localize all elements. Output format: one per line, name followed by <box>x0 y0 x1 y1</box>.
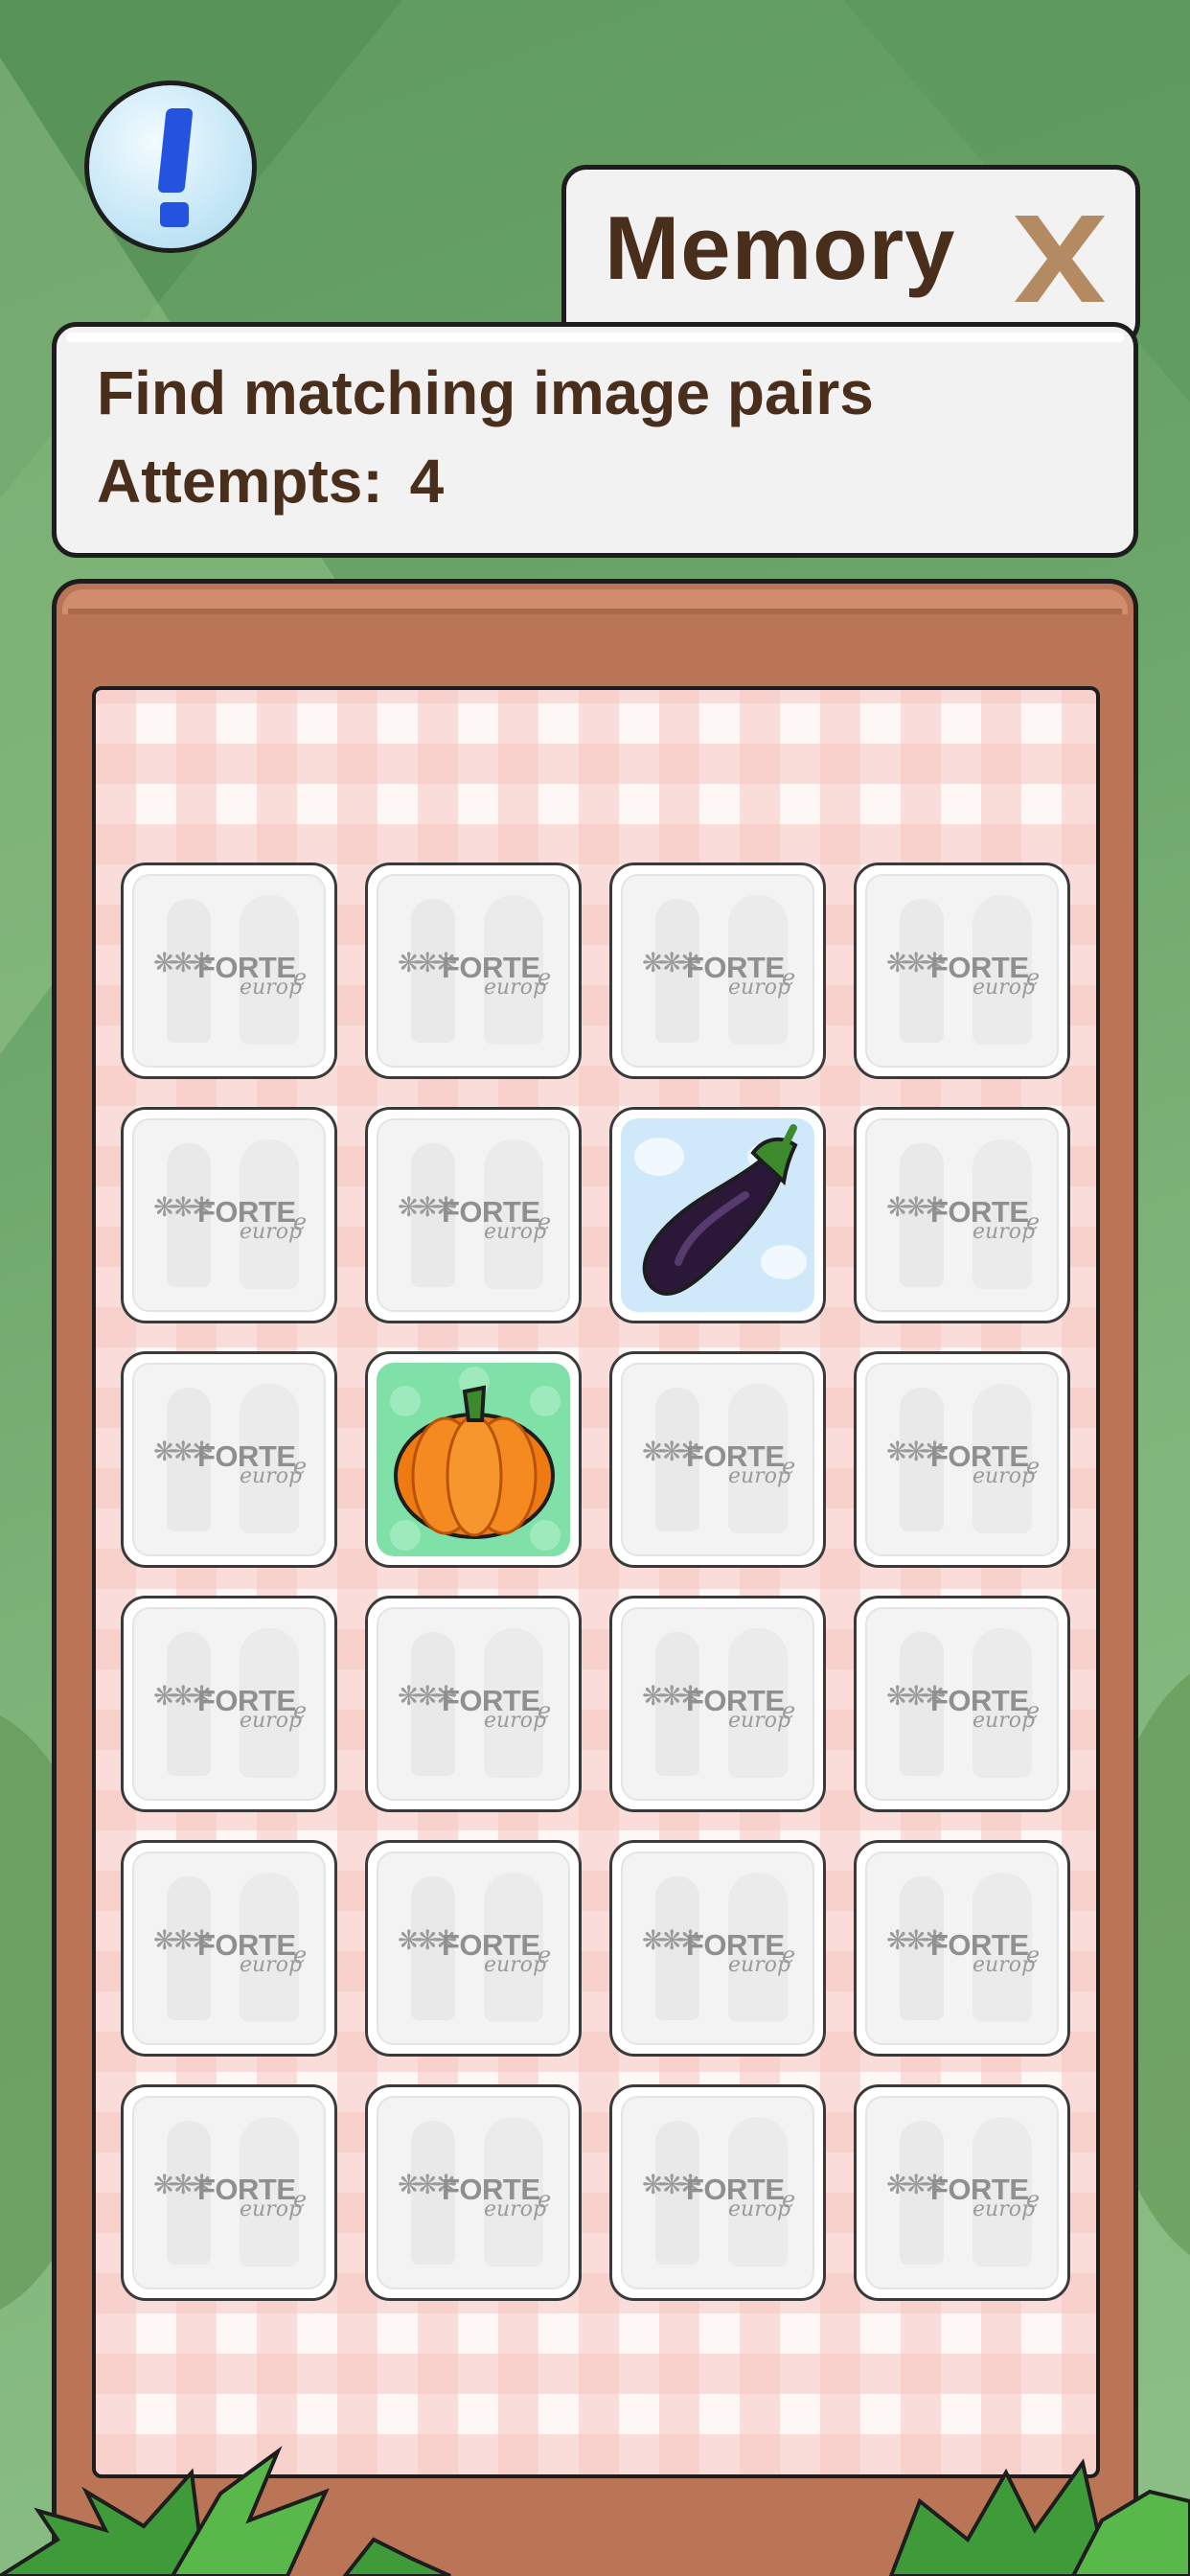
card-back: ❋❋❋ FORTE europ e <box>865 1852 1059 2045</box>
info-panel: Find matching image pairs Attempts: 4 <box>52 322 1138 558</box>
card-logo-e: e <box>1026 1208 1041 1235</box>
memory-card-hidden[interactable]: ❋❋❋ FORTE europ e <box>609 2084 826 2301</box>
card-back: ❋❋❋ FORTE europ e <box>621 1607 814 1801</box>
card-back: ❋❋❋ FORTE europ e <box>132 2096 326 2289</box>
card-logo-e: e <box>538 964 552 991</box>
memory-card-hidden[interactable]: ❋❋❋ FORTE europ e <box>609 1840 826 2057</box>
card-back: ❋❋❋ FORTE europ e <box>621 2096 814 2289</box>
card-back: ❋❋❋ FORTE europ e <box>377 1852 570 2045</box>
memory-card-hidden[interactable]: ❋❋❋ FORTE europ e <box>609 1351 826 1568</box>
memory-card-hidden[interactable]: ❋❋❋ FORTE europ e <box>121 2084 337 2301</box>
title-tab: Memory <box>561 165 1140 347</box>
memory-card-hidden[interactable]: ❋❋❋ FORTE europ e <box>854 1596 1070 1812</box>
card-logo-e: e <box>782 964 796 991</box>
card-back: ❋❋❋ FORTE europ e <box>377 2096 570 2289</box>
attempts-value: 4 <box>409 447 445 516</box>
card-back: ❋❋❋ FORTE europ e <box>377 874 570 1068</box>
card-back: ❋❋❋ FORTE europ e <box>132 1607 326 1801</box>
memory-card-revealed[interactable] <box>609 1107 826 1323</box>
card-back: ❋❋❋ FORTE europ e <box>621 1852 814 2045</box>
card-logo-e: e <box>538 2186 552 2213</box>
card-back: ❋❋❋ FORTE europ e <box>865 2096 1059 2289</box>
exclamation-icon <box>157 108 194 193</box>
memory-card-hidden[interactable]: ❋❋❋ FORTE europ e <box>121 1107 337 1323</box>
card-logo-e: e <box>293 1208 308 1235</box>
card-logo-e: e <box>293 1697 308 1724</box>
card-logo-e: e <box>782 1697 796 1724</box>
card-back: ❋❋❋ FORTE europ e <box>865 1607 1059 1801</box>
memory-card-hidden[interactable]: ❋❋❋ FORTE europ e <box>854 862 1070 1079</box>
memory-card-hidden[interactable]: ❋❋❋ FORTE europ e <box>365 2084 582 2301</box>
card-logo-e: e <box>782 2186 796 2213</box>
card-logo-e: e <box>1026 1697 1041 1724</box>
memory-card-hidden[interactable]: ❋❋❋ FORTE europ e <box>854 2084 1070 2301</box>
pumpkin-card-face <box>377 1363 570 1556</box>
card-back: ❋❋❋ FORTE europ e <box>377 1607 570 1801</box>
memory-card-hidden[interactable]: ❋❋❋ FORTE europ e <box>365 1840 582 2057</box>
card-logo-e: e <box>538 1942 552 1968</box>
pumpkin-image <box>390 1367 561 1551</box>
memory-card-hidden[interactable]: ❋❋❋ FORTE europ e <box>365 862 582 1079</box>
card-back: ❋❋❋ FORTE europ e <box>621 1363 814 1556</box>
memory-card-revealed[interactable] <box>365 1351 582 1568</box>
card-logo-e: e <box>293 964 308 991</box>
card-back: ❋❋❋ FORTE europ e <box>132 874 326 1068</box>
close-icon <box>1015 216 1105 302</box>
close-button[interactable] <box>1007 206 1112 311</box>
info-button[interactable] <box>84 80 257 253</box>
card-logo-e: e <box>782 1453 796 1480</box>
grass-decor <box>0 2446 1190 2576</box>
instruction-text: Find matching image pairs <box>97 358 874 427</box>
memory-card-hidden[interactable]: ❋❋❋ FORTE europ e <box>121 1596 337 1812</box>
card-back: ❋❋❋ FORTE europ e <box>865 1363 1059 1556</box>
card-back: ❋❋❋ FORTE europ e <box>377 1118 570 1312</box>
card-back: ❋❋❋ FORTE europ e <box>865 874 1059 1068</box>
memory-card-hidden[interactable]: ❋❋❋ FORTE europ e <box>854 1107 1070 1323</box>
memory-card-hidden[interactable]: ❋❋❋ FORTE europ e <box>854 1351 1070 1568</box>
eggplant-image <box>634 1124 807 1296</box>
game-title: Memory <box>605 197 956 298</box>
card-logo-e: e <box>1026 1453 1041 1480</box>
card-logo-e: e <box>538 1697 552 1724</box>
card-back: ❋❋❋ FORTE europ e <box>132 1363 326 1556</box>
memory-card-hidden[interactable]: ❋❋❋ FORTE europ e <box>365 1596 582 1812</box>
card-logo-e: e <box>538 1208 552 1235</box>
eggplant-card-face <box>621 1118 814 1312</box>
card-logo-e: e <box>293 1942 308 1968</box>
card-back: ❋❋❋ FORTE europ e <box>132 1852 326 2045</box>
card-logo-e: e <box>1026 2186 1041 2213</box>
memory-card-hidden[interactable]: ❋❋❋ FORTE europ e <box>121 1840 337 2057</box>
card-logo-e: e <box>782 1942 796 1968</box>
memory-card-hidden[interactable]: ❋❋❋ FORTE europ e <box>121 862 337 1079</box>
card-logo-e: e <box>293 1453 308 1480</box>
memory-card-hidden[interactable]: ❋❋❋ FORTE europ e <box>609 862 826 1079</box>
memory-card-hidden[interactable]: ❋❋❋ FORTE europ e <box>121 1351 337 1568</box>
card-logo-e: e <box>293 2186 308 2213</box>
memory-card-hidden[interactable]: ❋❋❋ FORTE europ e <box>609 1596 826 1812</box>
attempts-row: Attempts: 4 <box>97 446 444 517</box>
memory-card-hidden[interactable]: ❋❋❋ FORTE europ e <box>854 1840 1070 2057</box>
card-logo-e: e <box>1026 1942 1041 1968</box>
card-back: ❋❋❋ FORTE europ e <box>865 1118 1059 1312</box>
card-back: ❋❋❋ FORTE europ e <box>132 1118 326 1312</box>
card-logo-e: e <box>1026 964 1041 991</box>
memory-card-hidden[interactable]: ❋❋❋ FORTE europ e <box>365 1107 582 1323</box>
card-back: ❋❋❋ FORTE europ e <box>621 874 814 1068</box>
attempts-label: Attempts: <box>97 447 383 516</box>
